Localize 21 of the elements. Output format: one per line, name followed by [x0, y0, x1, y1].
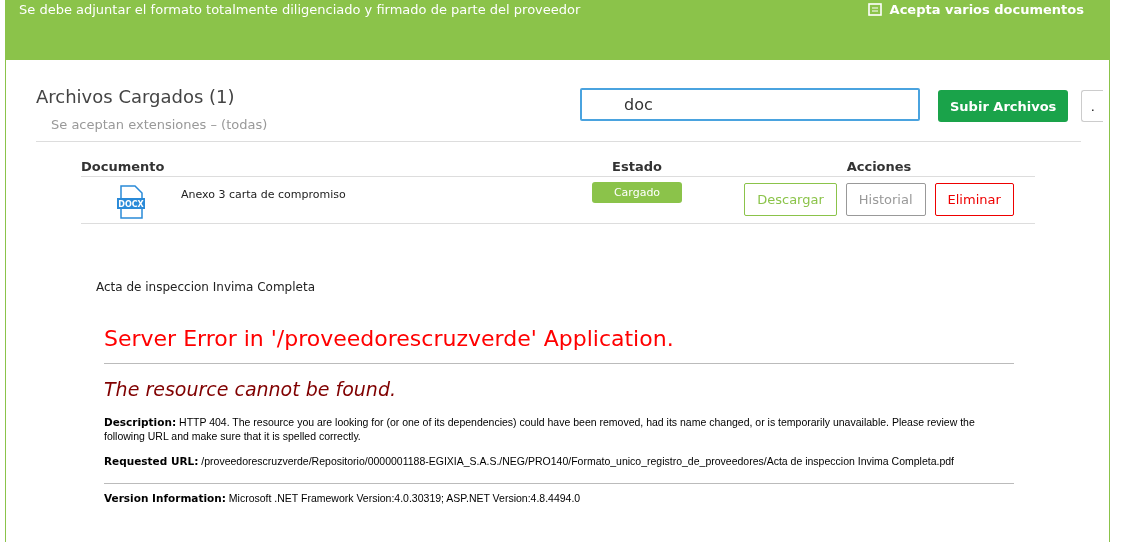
document-title: Acta de inspeccion Invima Completa	[96, 280, 316, 294]
multi-document-label: Acepta varios documentos	[889, 2, 1084, 17]
upload-button[interactable]: Subir Archivos	[938, 90, 1069, 122]
column-header: Acciones	[845, 159, 913, 176]
version-info: Version Information: Microsoft .NET Framework Version:4.0.30319; ASP.NET Version:4.8.4494.0	[104, 491, 582, 506]
error-detail: Description: HTTP 404. The resource you are looking for (or one of its dependencies) could have been removed, had its name changed, or is temporarily unavailable. Please review the following URL and make sure that it is spelled correctly.	[104, 416, 976, 444]
error-title: Server Error in '/proveedorescruzverde' Application.	[104, 326, 675, 351]
banner-note: Se debe adjuntar el formato totalmente diligenciado y firmado de parte del proveedor	[19, 2, 581, 17]
delete-button[interactable]: Eliminar	[934, 183, 1014, 216]
file-name: Anexo 3 carta de compromiso	[181, 188, 347, 201]
history-button[interactable]: Historial	[845, 183, 926, 216]
more-button[interactable]: .	[1081, 90, 1104, 122]
status-badge: Cargado	[592, 182, 682, 203]
error-detail: Requested URL: /proveedorescruzverde/Repositorio/0000001188-EGIXIA_S.A.S./NEG/PRO140/Formato_unico_registro_de_proveedores/Acta de inspeccion Invima Completa.pdf	[104, 455, 956, 469]
error-subtitle: The resource cannot be found.	[104, 378, 397, 400]
extensions-note: Se aceptan extensiones – (todas)	[51, 117, 269, 132]
section-title: Archivos Cargados (1)	[36, 85, 236, 107]
search-field[interactable]: doc	[580, 88, 920, 121]
column-header: Estado	[611, 159, 663, 176]
column-header: Documento	[81, 159, 166, 176]
documents-icon	[867, 2, 884, 17]
